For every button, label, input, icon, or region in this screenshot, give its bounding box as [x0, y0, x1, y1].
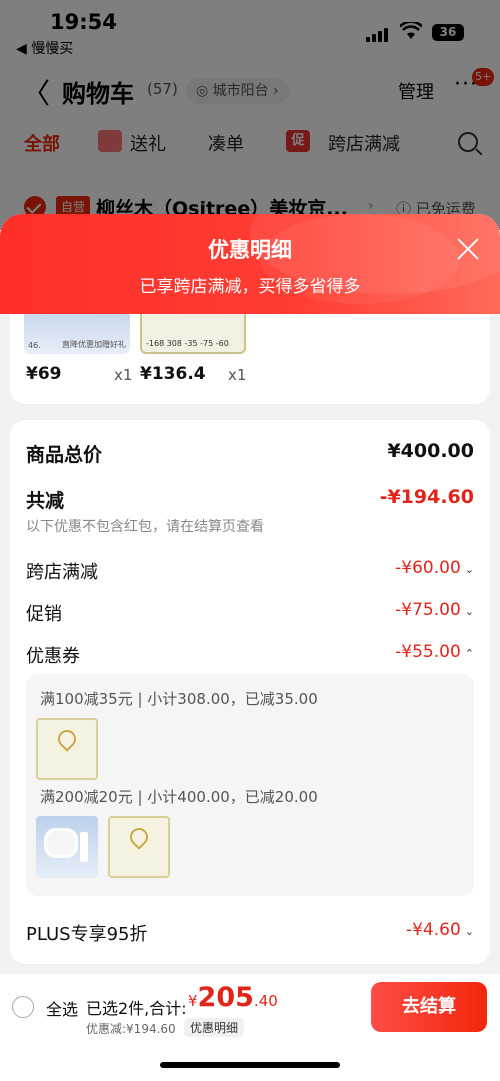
selected-items: 46. 直降优惠加赠好礼 -168 308 -35 -75 -60 ¥69 x1…: [10, 314, 490, 404]
coupon-item-necklace[interactable]: [36, 718, 98, 780]
plus-value[interactable]: -¥4.60 ⌄: [406, 920, 474, 940]
chevron-down-icon: ⌄: [464, 925, 474, 938]
cross-store-amount: -¥60.00: [395, 558, 461, 578]
selected-summary: 已选2件,合计:: [86, 999, 187, 1018]
checkout-button[interactable]: 去结算: [371, 982, 487, 1032]
discount-value: -¥194.60: [379, 486, 474, 508]
total-value: ¥400.00: [387, 440, 474, 462]
select-all-label[interactable]: 全选: [46, 996, 78, 1020]
chevron-down-icon: ⌄: [464, 563, 474, 576]
total-price: ¥205.40: [188, 982, 278, 1013]
coupon-detail-panel: 满100减35元 | 小计308.00，已减35.00 满200减20元 | 小…: [26, 674, 474, 896]
item-price: ¥136.4: [140, 364, 206, 384]
item-price: ¥69: [26, 364, 62, 384]
close-icon[interactable]: [455, 236, 481, 262]
plus-amount: -¥4.60: [405, 920, 461, 940]
sheet-subtitle: 已享跨店满减，买得多省得多: [139, 277, 361, 297]
promo-amount: -¥75.00: [395, 600, 461, 620]
product-image-cream[interactable]: 46. 直降优惠加赠好礼: [24, 314, 130, 354]
total-label: 商品总价: [26, 444, 103, 466]
discount-detail-button[interactable]: 优惠明细: [184, 1018, 245, 1037]
discount-detail-sheet: 优惠明细 已享跨店满减，买得多省得多 46. 直降优惠加赠好礼 -168 308…: [0, 214, 500, 1081]
thumb-caption: 直降优惠加赠好礼: [62, 340, 126, 349]
coupon-item-necklace[interactable]: [108, 816, 170, 878]
item-qty: x1: [114, 366, 133, 384]
coupon-value[interactable]: -¥55.00 ⌃: [395, 642, 474, 662]
modal-overlay[interactable]: [0, 0, 500, 230]
checkout-bar: 全选 已选2件,合计: ¥205.40 优惠减:¥194.60 优惠明细 去结算: [0, 974, 500, 1081]
coupon-line: 满100减35元 | 小计308.00，已减35.00: [40, 690, 318, 708]
chevron-down-icon: ⌄: [464, 605, 474, 618]
coupon-amount: -¥55.00: [395, 642, 461, 662]
select-all-checkbox[interactable]: [12, 996, 34, 1018]
saved-amount: 优惠减:¥194.60: [86, 1022, 176, 1036]
sheet-title: 优惠明细: [208, 238, 292, 262]
coupon-label: 优惠券: [26, 646, 80, 667]
cross-store-value[interactable]: -¥60.00 ⌄: [395, 558, 474, 578]
discount-note: 以下优惠不包含红包，请在结算页查看: [26, 519, 264, 535]
sheet-header: 优惠明细 已享跨店满减，买得多省得多: [0, 214, 500, 314]
coupon-line: 满200减20元 | 小计400.00，已减20.00: [40, 788, 318, 806]
coupon-item-cream[interactable]: [36, 816, 98, 878]
promo-value[interactable]: -¥75.00 ⌄: [395, 600, 474, 620]
price-breakdown: 商品总价 ¥400.00 共减 -¥194.60 以下优惠不包含红包，请在结算页…: [10, 420, 490, 964]
cross-store-label: 跨店满减: [26, 562, 98, 583]
thumb-caption: -168 308 -35 -75 -60: [146, 339, 229, 348]
promo-label: 促销: [26, 604, 62, 625]
plus-label: PLUS专享95折: [26, 924, 148, 945]
item-qty: x1: [228, 366, 247, 384]
discount-label: 共减: [26, 490, 65, 512]
product-image-necklace[interactable]: -168 308 -35 -75 -60: [140, 314, 246, 354]
home-indicator[interactable]: [160, 1062, 340, 1068]
chevron-up-icon: ⌃: [464, 647, 474, 660]
